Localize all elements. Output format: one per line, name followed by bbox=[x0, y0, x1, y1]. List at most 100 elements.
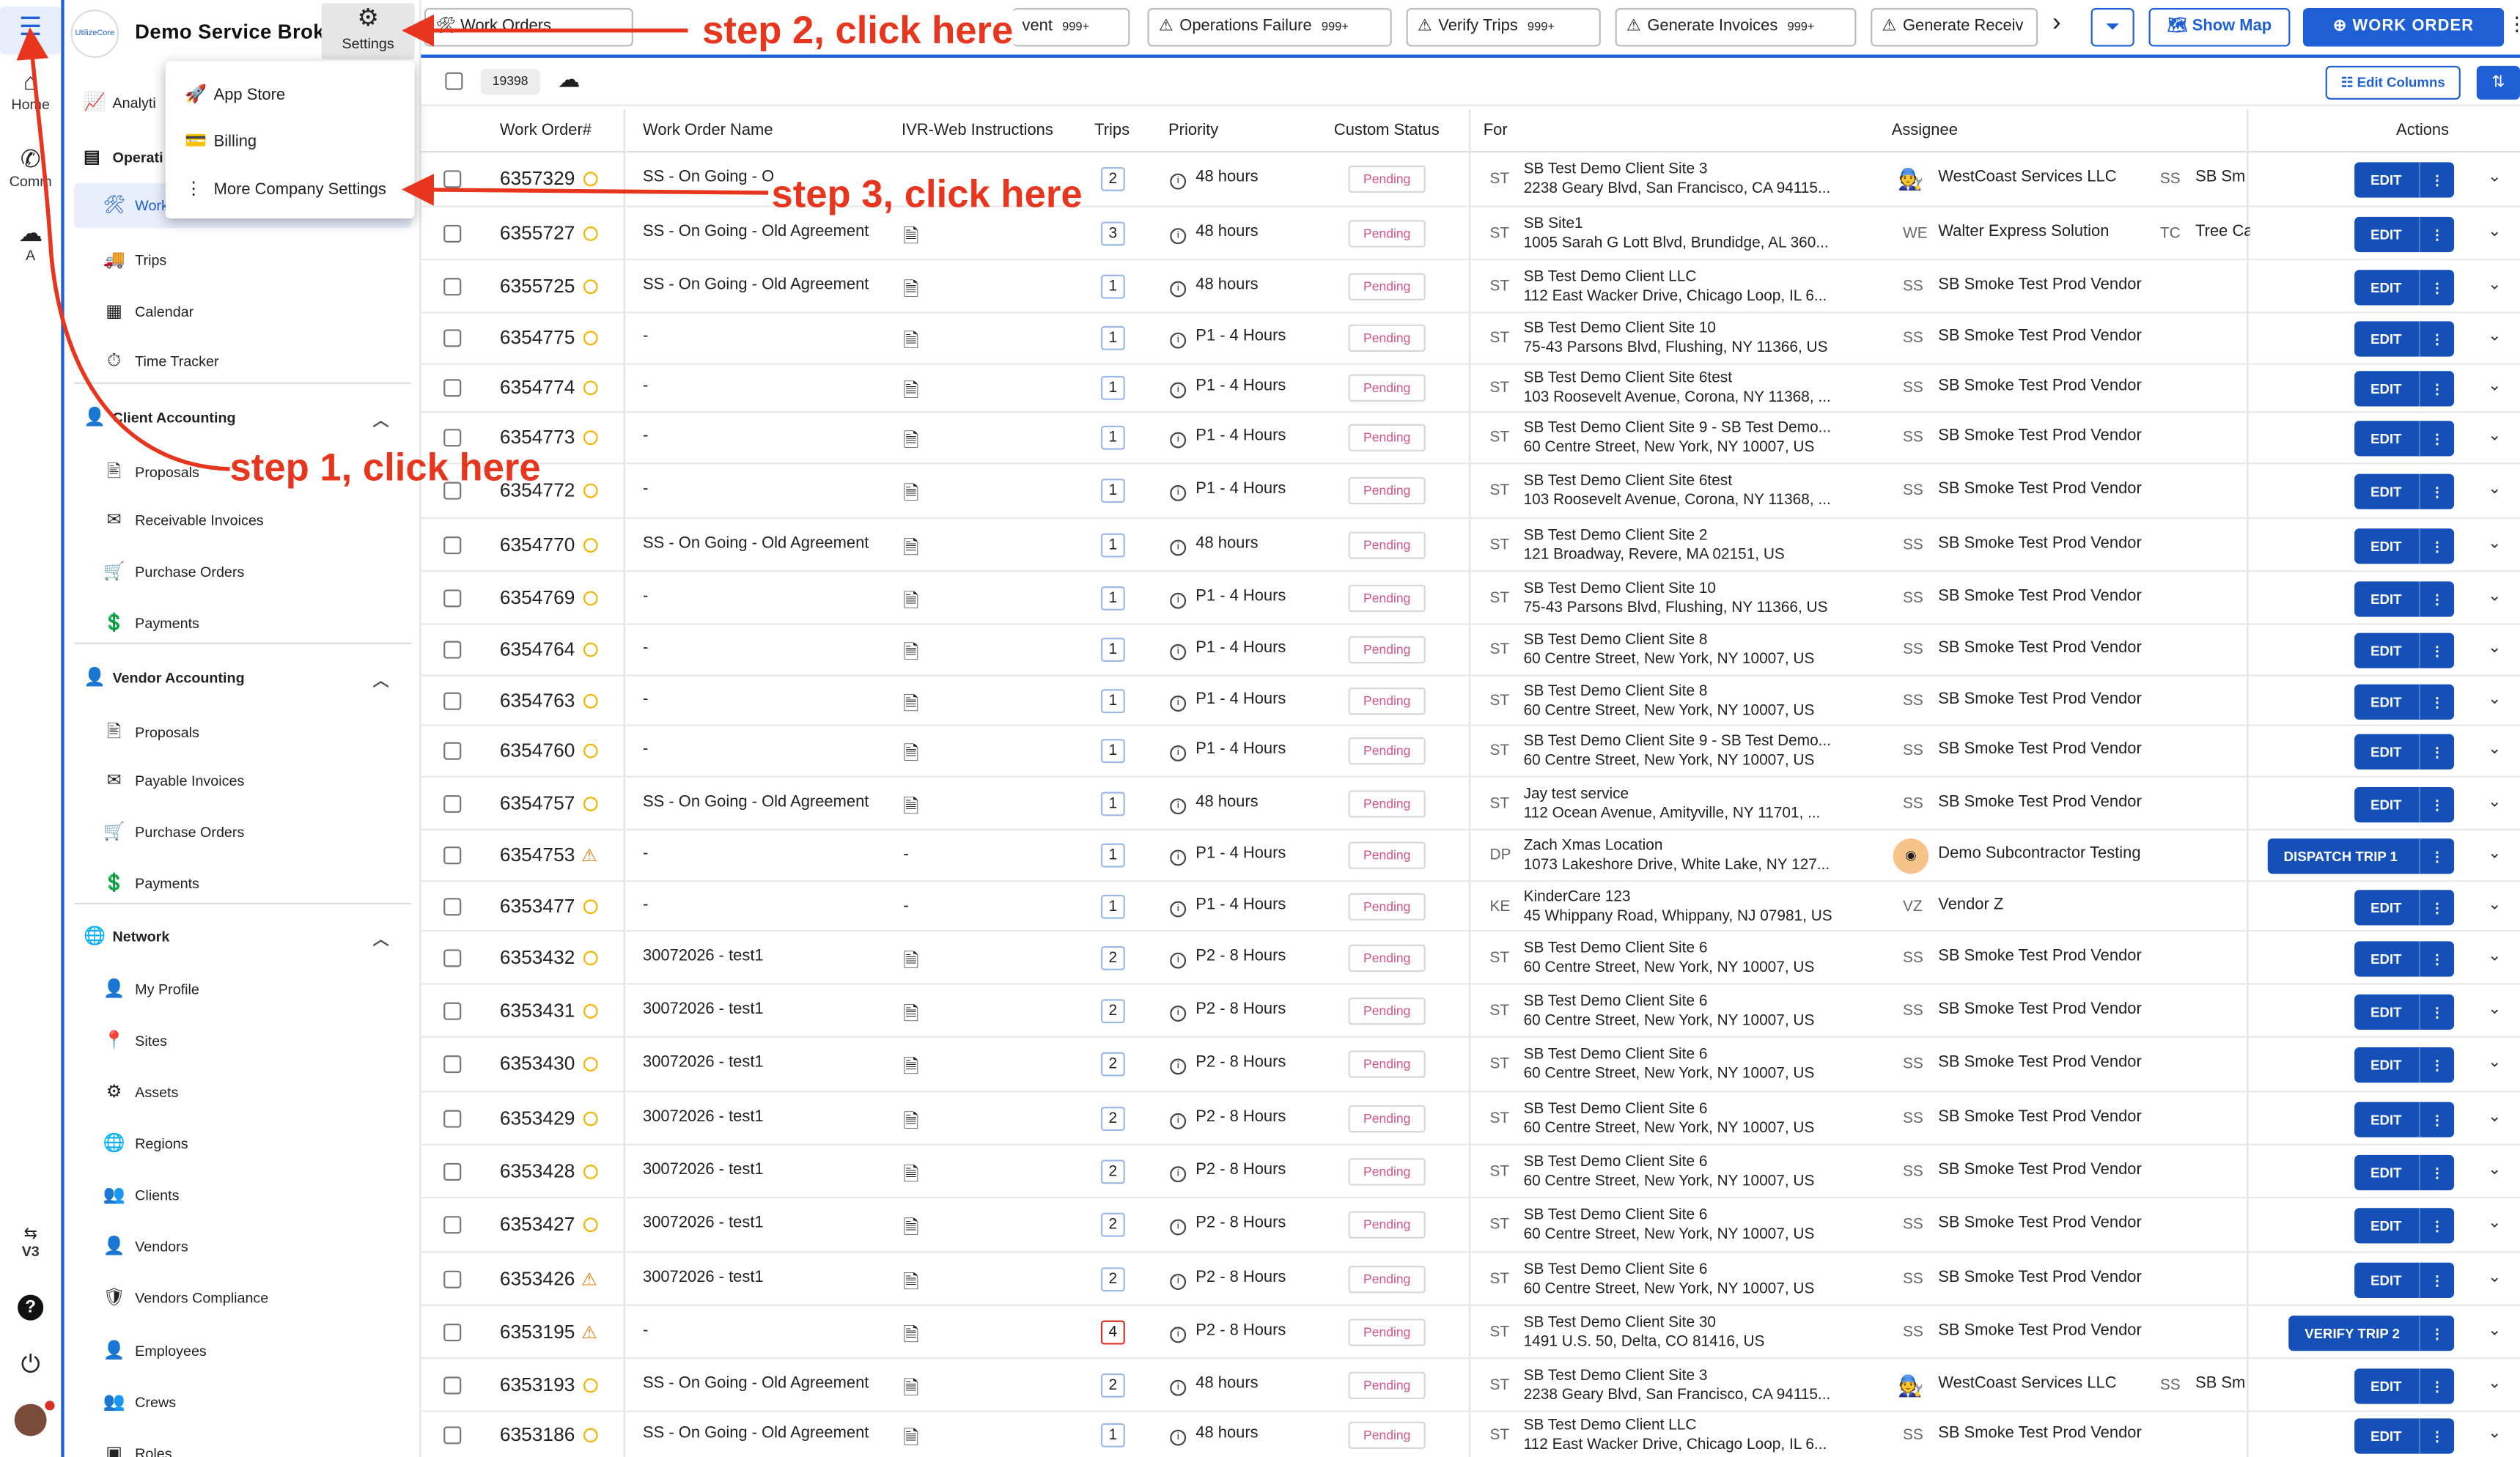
expand-row-icon[interactable]: ⌄ bbox=[2488, 948, 2501, 965]
work-order-cell[interactable]: 6353428 bbox=[500, 1159, 598, 1182]
document-icon[interactable]: 🗎 bbox=[903, 689, 918, 723]
col-work-order-num[interactable]: Work Order# bbox=[500, 122, 592, 140]
expand-row-icon[interactable]: ⌄ bbox=[2488, 690, 2501, 708]
table-row[interactable]: 6354775 - 🗎 1 i P1 - 4 Hours Pending ST SB Test … bbox=[421, 313, 2520, 365]
sidebar-item-vendors[interactable]: 👤 Vendors bbox=[103, 1235, 188, 1256]
trip-count[interactable]: 1 bbox=[1100, 638, 1125, 663]
action-button[interactable]: EDIT ⋮ bbox=[2354, 994, 2455, 1030]
sidebar-item-time-tracker[interactable]: ⏱ Time Tracker bbox=[103, 352, 218, 372]
assignee-name[interactable]: SB Smoke Test Prod Vendor bbox=[1938, 535, 2142, 553]
more-vert-icon[interactable]: ⋮ bbox=[2418, 270, 2454, 306]
expand-row-icon[interactable]: ⌄ bbox=[2488, 740, 2501, 758]
assignee-name[interactable]: SB Smoke Test Prod Vendor bbox=[1938, 1322, 2142, 1340]
action-button[interactable]: EDIT ⋮ bbox=[2354, 734, 2455, 770]
sidebar-item-vendors-compliance[interactable]: 🛡 Vendors Compliance bbox=[103, 1287, 268, 1307]
document-icon[interactable]: 🗎 bbox=[903, 1321, 918, 1354]
more-vert-icon[interactable]: ⋮ bbox=[2418, 632, 2454, 668]
document-icon[interactable]: 🗎 bbox=[903, 1052, 918, 1086]
assignee2-name[interactable]: Tree Ca bbox=[2195, 224, 2250, 241]
trip-count[interactable]: 1 bbox=[1100, 843, 1125, 868]
expand-row-icon[interactable]: ⌄ bbox=[2488, 377, 2501, 395]
col-trips[interactable]: Trips bbox=[1094, 122, 1130, 140]
more-vert-icon[interactable]: ⋮ bbox=[2418, 1154, 2454, 1191]
help-button[interactable]: ? bbox=[0, 1294, 61, 1321]
document-icon[interactable]: 🗎 bbox=[903, 1213, 918, 1247]
assignee-name[interactable]: Walter Express Solution bbox=[1938, 224, 2109, 241]
work-order-cell[interactable]: 6353195 ⚠ bbox=[500, 1321, 597, 1343]
row-checkbox[interactable] bbox=[443, 1002, 462, 1020]
work-order-cell[interactable]: 6353431 bbox=[500, 999, 598, 1022]
work-order-number[interactable]: 6353186 bbox=[500, 1423, 575, 1446]
table-row[interactable]: 6355725 SS - On Going - Old Agreement 🗎 1 i 4… bbox=[421, 260, 2520, 314]
tab-generate-invoices[interactable]: ⚠ Generate Invoices 999+ bbox=[1615, 7, 1857, 47]
assignee-name[interactable]: SB Smoke Test Prod Vendor bbox=[1938, 1425, 2142, 1442]
action-button[interactable]: DISPATCH TRIP 1 ⋮ bbox=[2267, 838, 2455, 874]
menu-toggle-button[interactable]: ☰ bbox=[0, 6, 62, 55]
expand-row-icon[interactable]: ⌄ bbox=[2488, 224, 2501, 241]
trip-count[interactable]: 4 bbox=[1100, 1320, 1125, 1345]
sidebar-item-operations[interactable]: ▤ Operati bbox=[84, 146, 163, 167]
work-order-cell[interactable]: 6354773 bbox=[500, 426, 598, 449]
col-custom-status[interactable]: Custom Status bbox=[1334, 122, 1440, 140]
site-cell[interactable]: SB Test Demo Client Site 10 75-43 Parsons… bbox=[1524, 580, 1877, 619]
trip-count[interactable]: 2 bbox=[1100, 1159, 1125, 1184]
user-avatar-button[interactable] bbox=[0, 1401, 61, 1439]
more-vert-icon[interactable]: ⋮ bbox=[2418, 1316, 2454, 1351]
table-row[interactable]: 6354757 SS - On Going - Old Agreement 🗎 1 i 4… bbox=[421, 778, 2520, 831]
site-cell[interactable]: SB Test Demo Client Site 3 2238 Geary Blv… bbox=[1524, 161, 1877, 199]
work-order-cell[interactable]: 6354769 bbox=[500, 586, 598, 609]
action-button[interactable]: EDIT ⋮ bbox=[2354, 1262, 2455, 1298]
work-order-cell[interactable]: 6357329 bbox=[500, 167, 598, 190]
table-row[interactable]: 6353186 SS - On Going - Old Agreement 🗎 1 i 4… bbox=[421, 1412, 2520, 1457]
assignee-name[interactable]: SB Smoke Test Prod Vendor bbox=[1938, 690, 2142, 708]
more-vert-icon[interactable]: ⋮ bbox=[2418, 890, 2454, 926]
work-order-cell[interactable]: 6353432 bbox=[500, 946, 598, 969]
expand-row-icon[interactable]: ⌄ bbox=[2488, 1425, 2501, 1442]
work-order-number[interactable]: 6353431 bbox=[500, 999, 575, 1022]
work-order-number[interactable]: 6353429 bbox=[500, 1107, 575, 1129]
tab-operations-failure[interactable]: ⚠ Operations Failure 999+ bbox=[1147, 7, 1392, 47]
expand-row-icon[interactable]: ⌄ bbox=[2488, 427, 2501, 445]
expand-row-icon[interactable]: ⌄ bbox=[2488, 1214, 2501, 1232]
document-icon[interactable]: 🗎 bbox=[903, 946, 918, 980]
site-cell[interactable]: SB Test Demo Client Site 30 1491 U.S. 50,… bbox=[1524, 1314, 1877, 1353]
site-cell[interactable]: SB Test Demo Client Site 2 121 Broadway, … bbox=[1524, 527, 1877, 566]
action-button[interactable]: EDIT ⋮ bbox=[2354, 1154, 2455, 1191]
assignee2-name[interactable]: SB Sm bbox=[2195, 169, 2250, 186]
more-vert-icon[interactable]: ⋮ bbox=[2418, 528, 2454, 564]
table-row[interactable]: 6354774 - 🗎 1 i P1 - 4 Hours Pending ST SB Test … bbox=[421, 365, 2520, 413]
action-button[interactable]: EDIT ⋮ bbox=[2354, 421, 2455, 457]
expand-row-icon[interactable]: ⌄ bbox=[2488, 1054, 2501, 1071]
action-button[interactable]: EDIT ⋮ bbox=[2354, 1368, 2455, 1404]
logout-button[interactable]: ⏻ bbox=[0, 1351, 61, 1378]
more-vert-icon[interactable]: ⋮ bbox=[2418, 1047, 2454, 1083]
table-row[interactable]: 6354769 - 🗎 1 i P1 - 4 Hours Pending ST SB Test … bbox=[421, 572, 2520, 625]
work-order-cell[interactable]: 6354760 bbox=[500, 739, 598, 761]
action-button[interactable]: EDIT ⋮ bbox=[2354, 581, 2455, 617]
site-cell[interactable]: SB Test Demo Client Site 6test 103 Roosev… bbox=[1524, 472, 1877, 511]
more-vert-icon[interactable]: ⋮ bbox=[2418, 1418, 2454, 1454]
work-order-cell[interactable]: 6353426 ⚠ bbox=[500, 1267, 597, 1290]
table-row[interactable]: 6354773 - 🗎 1 i P1 - 4 Hours Pending ST SB Test … bbox=[421, 413, 2520, 465]
site-cell[interactable]: SB Test Demo Client Site 6 60 Centre Stre… bbox=[1524, 1261, 1877, 1300]
table-row[interactable]: 6354764 - 🗎 1 i P1 - 4 Hours Pending ST SB Test … bbox=[421, 625, 2520, 676]
more-vert-icon[interactable]: ⋮ bbox=[2418, 786, 2454, 823]
site-cell[interactable]: SB Test Demo Client Site 9 - SB Test Dem… bbox=[1524, 419, 1877, 458]
assignee-name[interactable]: SB Smoke Test Prod Vendor bbox=[1938, 740, 2142, 758]
work-order-cell[interactable]: 6353429 bbox=[500, 1107, 598, 1129]
select-all-checkbox[interactable] bbox=[445, 72, 463, 90]
assignee-name[interactable]: WestCoast Services LLC bbox=[1938, 169, 2116, 186]
document-icon[interactable]: 🗎 bbox=[903, 792, 918, 826]
row-checkbox[interactable] bbox=[443, 692, 462, 710]
action-button[interactable]: EDIT ⋮ bbox=[2354, 321, 2455, 357]
document-icon[interactable]: 🗎 bbox=[903, 221, 918, 255]
site-cell[interactable]: SB Test Demo Client Site 3 2238 Geary Blv… bbox=[1524, 1367, 1877, 1406]
cloud-upload-icon[interactable]: ☁ bbox=[558, 66, 581, 93]
work-order-cell[interactable]: 6353430 bbox=[500, 1052, 598, 1074]
more-vert-icon[interactable]: ⋮ bbox=[2418, 994, 2454, 1030]
sidebar-item-client-payments[interactable]: 💲 Payments bbox=[103, 612, 199, 632]
action-button[interactable]: EDIT ⋮ bbox=[2354, 270, 2455, 306]
expand-row-icon[interactable]: ⌄ bbox=[2488, 588, 2501, 605]
work-order-number[interactable]: 6354773 bbox=[500, 426, 575, 449]
assignee-name[interactable]: SB Smoke Test Prod Vendor bbox=[1938, 427, 2142, 445]
